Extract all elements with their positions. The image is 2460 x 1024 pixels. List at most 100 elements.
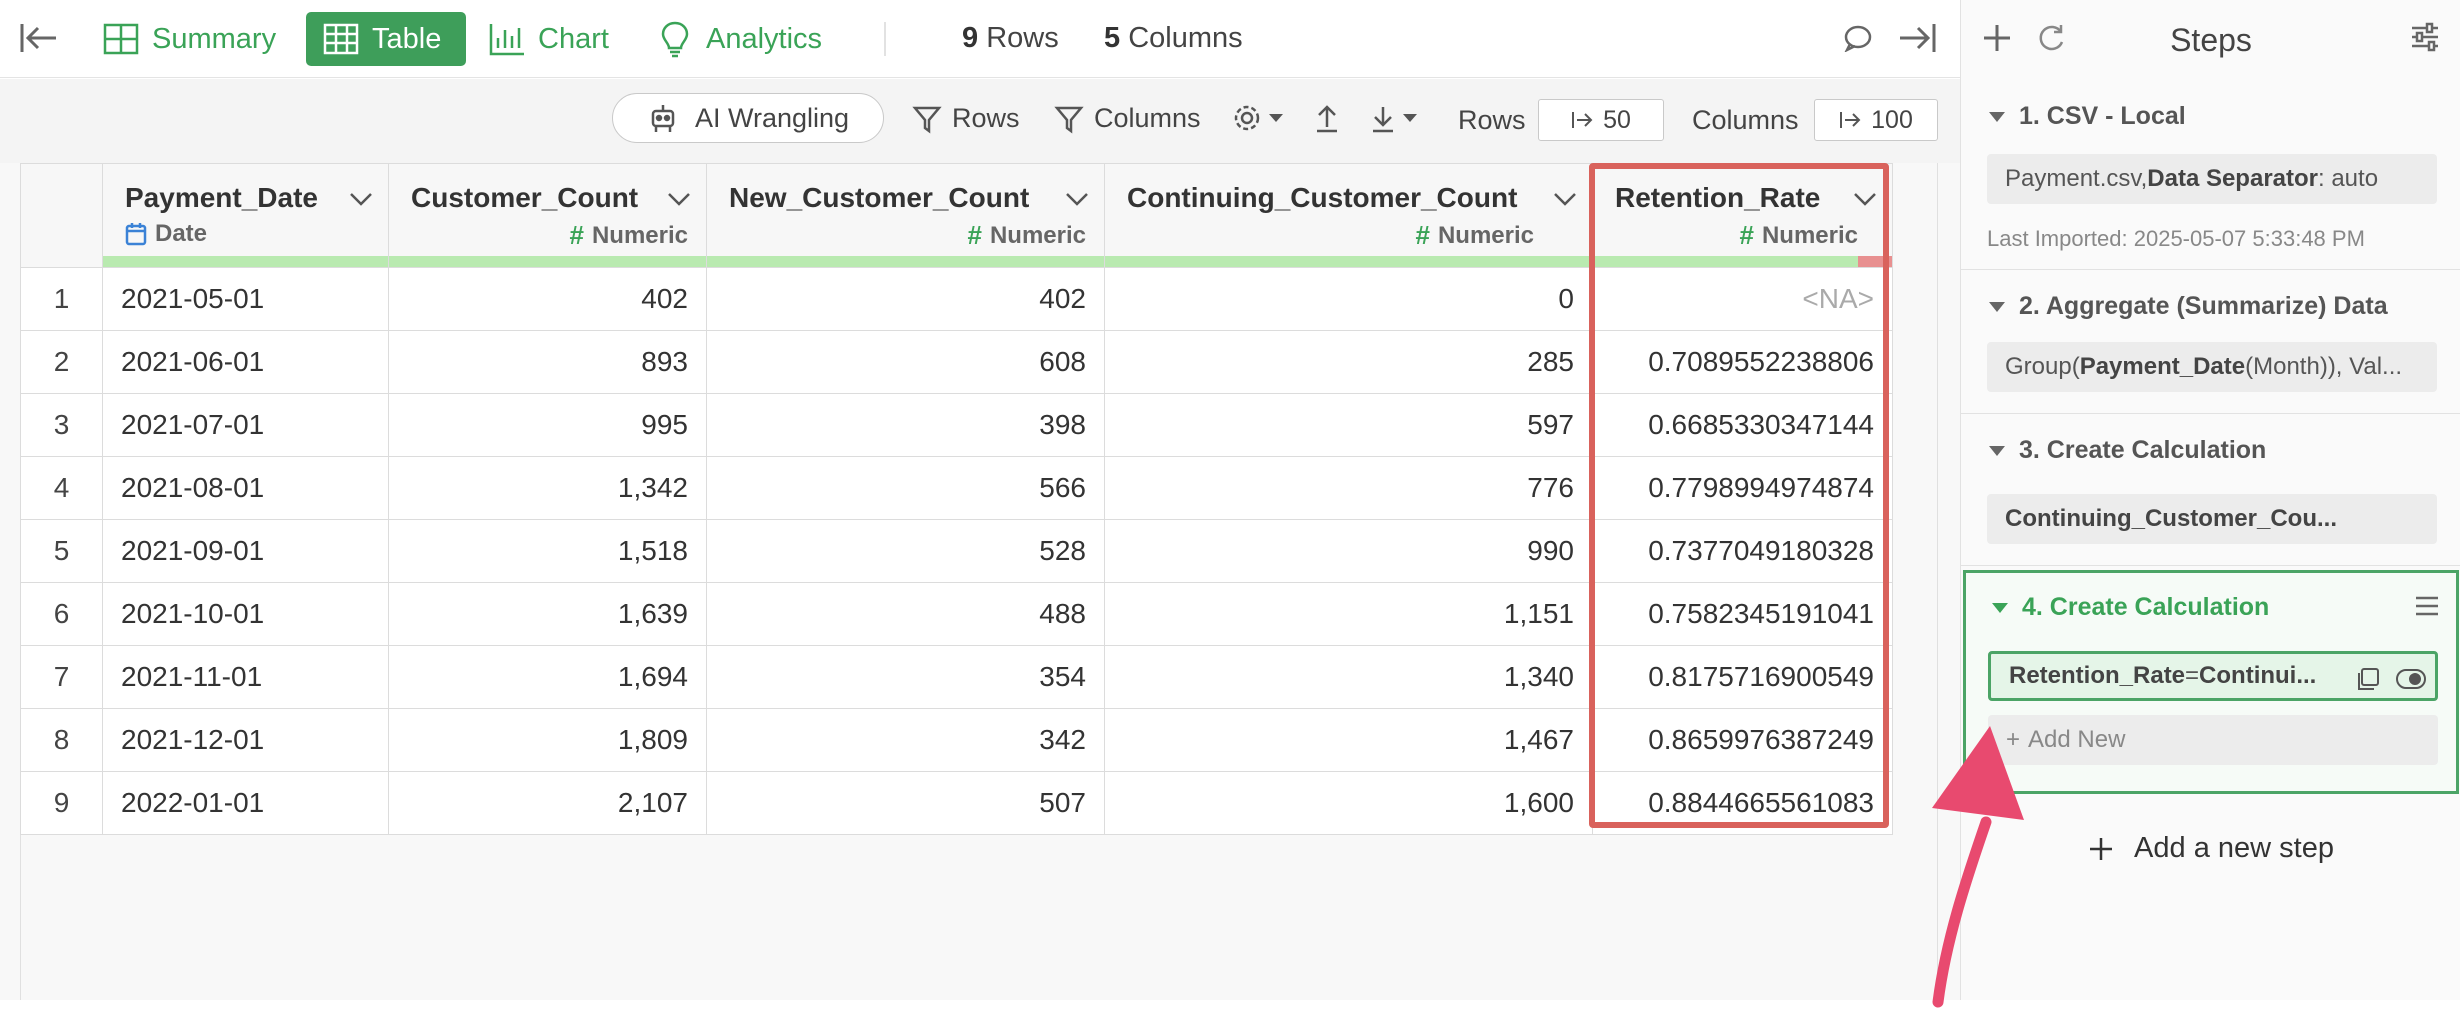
cell-payment-date[interactable]: 2022-01-01: [102, 771, 389, 835]
tab-summary-label: Summary: [152, 22, 277, 55]
comment-icon[interactable]: [1843, 24, 1873, 52]
step-title-label: 4. Create Calculation: [2022, 593, 2270, 621]
cell-continuing-customer-count[interactable]: 1,467: [1104, 708, 1593, 772]
cell-customer-count[interactable]: 1,809: [388, 708, 707, 772]
ai-wrangling-label: AI Wrangling: [694, 102, 850, 133]
step-csv-local[interactable]: 1. CSV - Local Payment.csv, Data Separat…: [1961, 80, 2460, 270]
tab-summary[interactable]: Summary: [86, 12, 292, 66]
cell-payment-date[interactable]: 2021-10-01: [102, 582, 389, 646]
divider: [884, 22, 886, 56]
cell-continuing-customer-count[interactable]: 0: [1104, 267, 1593, 331]
cell-new-customer-count[interactable]: 342: [706, 708, 1105, 772]
sliders-icon[interactable]: [2409, 22, 2441, 52]
cell-new-customer-count[interactable]: 507: [706, 771, 1105, 835]
view-tabs-bar: Summary Table Chart Analytics 9 Rows 5 C…: [0, 0, 1960, 78]
step-summary-bold: Retention_Rate: [2009, 662, 2186, 689]
rows-filter-label: Rows: [952, 103, 1020, 133]
column-type: # Numeric: [967, 220, 1086, 251]
chevron-down-icon[interactable]: [666, 190, 692, 208]
cell-customer-count[interactable]: 1,639: [388, 582, 707, 646]
expand-triangle-icon[interactable]: [1989, 445, 2005, 456]
copy-icon[interactable]: [2355, 666, 2381, 692]
cell-customer-count[interactable]: 2,107: [388, 771, 707, 835]
cell-payment-date[interactable]: 2021-06-01: [102, 330, 389, 394]
cell-customer-count[interactable]: 995: [388, 393, 707, 457]
cell-payment-date[interactable]: 2021-07-01: [102, 393, 389, 457]
column-header-customer-count[interactable]: Customer_Count # Numeric: [388, 163, 707, 268]
row-index: 1: [20, 267, 103, 331]
cell-customer-count[interactable]: 402: [388, 267, 707, 331]
columns-limit-input[interactable]: 100: [1814, 99, 1938, 141]
collapse-left-icon[interactable]: [18, 20, 58, 56]
step-aggregate[interactable]: 2. Aggregate (Summarize) Data Group(Paym…: [1961, 270, 2460, 414]
step-summary-bold: Data Separator: [2147, 165, 2318, 192]
cell-customer-count[interactable]: 1,342: [388, 456, 707, 520]
rows-limit-input[interactable]: 50: [1538, 99, 1664, 141]
rows-limit-label: Rows: [1458, 105, 1526, 135]
step-summary[interactable]: Continuing_Customer_Cou...: [1987, 494, 2437, 544]
tab-analytics[interactable]: Analytics: [640, 12, 838, 66]
settings-menu-button[interactable]: [1232, 103, 1284, 133]
cell-customer-count[interactable]: 893: [388, 330, 707, 394]
cell-payment-date[interactable]: 2021-08-01: [102, 456, 389, 520]
cell-new-customer-count[interactable]: 528: [706, 519, 1105, 583]
cell-continuing-customer-count[interactable]: 776: [1104, 456, 1593, 520]
column-type-label: Numeric: [591, 221, 688, 249]
cell-new-customer-count[interactable]: 402: [706, 267, 1105, 331]
step-summary[interactable]: Group(Payment_Date (Month)), Val...: [1987, 342, 2437, 392]
cell-payment-date[interactable]: 2021-12-01: [102, 708, 389, 772]
cell-payment-date[interactable]: 2021-05-01: [102, 267, 389, 331]
ai-wrangling-button[interactable]: AI Wrangling: [612, 93, 884, 143]
cell-continuing-customer-count[interactable]: 1,600: [1104, 771, 1593, 835]
upload-icon[interactable]: [1314, 103, 1340, 133]
cell-new-customer-count[interactable]: 398: [706, 393, 1105, 457]
cell-payment-date[interactable]: 2021-09-01: [102, 519, 389, 583]
rows-filter-button[interactable]: Rows: [912, 103, 1020, 134]
row-index: 4: [20, 456, 103, 520]
download-menu-button[interactable]: [1370, 103, 1418, 133]
step-create-calculation-3[interactable]: 3. Create Calculation Continuing_Custome…: [1961, 414, 2460, 566]
cell-customer-count[interactable]: 1,694: [388, 645, 707, 709]
collapse-right-icon[interactable]: [1898, 20, 1938, 56]
expand-triangle-icon[interactable]: [1992, 602, 2008, 613]
cell-continuing-customer-count[interactable]: 1,151: [1104, 582, 1593, 646]
tab-chart-label: Chart: [538, 22, 609, 55]
cell-customer-count[interactable]: 1,518: [388, 519, 707, 583]
cell-continuing-customer-count[interactable]: 1,340: [1104, 645, 1593, 709]
cell-continuing-customer-count[interactable]: 990: [1104, 519, 1593, 583]
hamburger-menu-icon[interactable]: [2414, 595, 2440, 617]
add-new-command-button[interactable]: + Add New: [1988, 715, 2438, 765]
limit-arrow-icon: [1840, 112, 1861, 128]
cell-payment-date[interactable]: 2021-11-01: [102, 645, 389, 709]
column-name: New_Customer_Count: [729, 182, 1030, 213]
calculation-command[interactable]: Retention_Rate = Continui...: [1988, 651, 2438, 701]
bottom-strip: [0, 1000, 1960, 1024]
columns-filter-button[interactable]: Columns: [1054, 103, 1201, 134]
tab-chart[interactable]: Chart: [472, 12, 625, 66]
expand-triangle-icon[interactable]: [1989, 301, 2005, 312]
columns-filter-label: Columns: [1094, 103, 1201, 133]
step-summary[interactable]: Payment.csv, Data Separator: auto: [1987, 154, 2437, 204]
row-index: 8: [20, 708, 103, 772]
steps-header: Steps: [1961, 0, 2460, 78]
cell-continuing-customer-count[interactable]: 285: [1104, 330, 1593, 394]
chevron-down-icon[interactable]: [1552, 190, 1578, 208]
cell-new-customer-count[interactable]: 608: [706, 330, 1105, 394]
cell-new-customer-count[interactable]: 354: [706, 645, 1105, 709]
cell-new-customer-count[interactable]: 566: [706, 456, 1105, 520]
tab-table[interactable]: Table: [306, 12, 466, 66]
tab-table-label: Table: [372, 22, 442, 55]
column-header-new-customer-count[interactable]: New_Customer_Count # Numeric: [706, 163, 1105, 268]
step-title: 2. Aggregate (Summarize) Data: [1989, 292, 2388, 321]
column-header-payment-date[interactable]: Payment_Date Date: [102, 163, 389, 268]
expand-triangle-icon[interactable]: [1989, 111, 2005, 122]
column-header-continuing-customer-count[interactable]: Continuing_Customer_Count # Numeric: [1104, 163, 1593, 268]
chevron-down-icon[interactable]: [348, 190, 374, 208]
data-quality-bar: [1105, 256, 1592, 267]
cell-continuing-customer-count[interactable]: 597: [1104, 393, 1593, 457]
row-count-value: 9: [962, 22, 979, 54]
chevron-down-icon[interactable]: [1064, 190, 1090, 208]
columns-limit-label: Columns: [1692, 105, 1799, 135]
toggle-preview-icon[interactable]: [2395, 668, 2427, 690]
cell-new-customer-count[interactable]: 488: [706, 582, 1105, 646]
